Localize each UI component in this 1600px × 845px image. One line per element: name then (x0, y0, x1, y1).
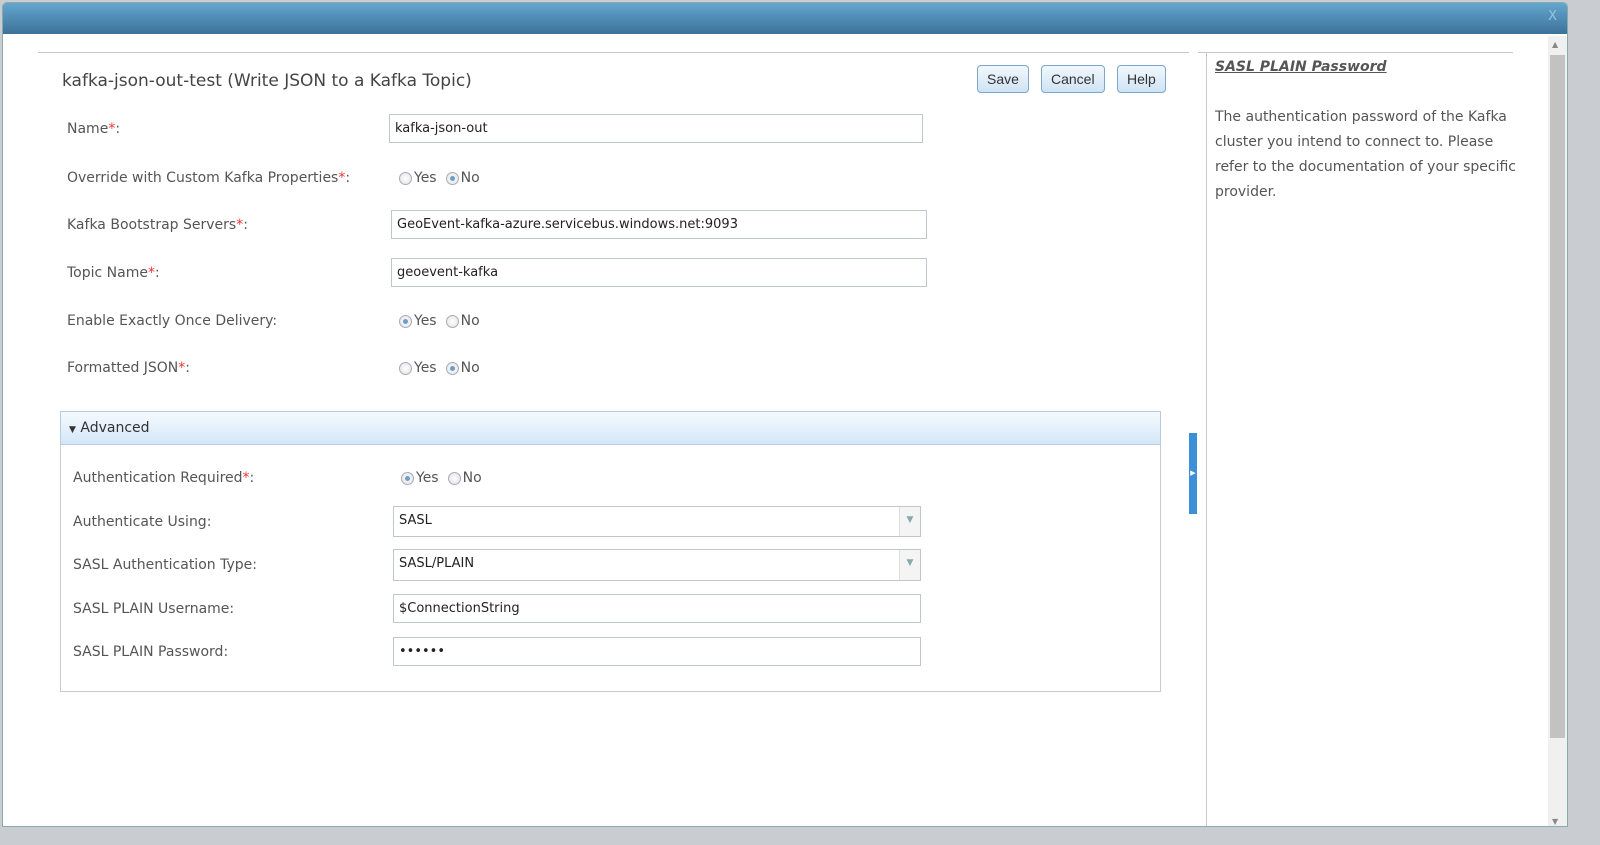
exactly-once-no-radio[interactable]: No (445, 313, 480, 329)
override-radio-group: Yes No (399, 170, 489, 186)
divider (1198, 52, 1513, 53)
bootstrap-servers-input[interactable]: GeoEvent-kafka-azure.servicebus.windows.… (391, 210, 927, 239)
sasl-type-label: SASL Authentication Type: (73, 557, 257, 573)
divider (38, 52, 1189, 53)
collapse-help-panel-tab[interactable]: ▶ (1189, 433, 1197, 514)
sasl-type-select[interactable]: SASL/PLAIN ▼ (393, 549, 921, 581)
caret-down-icon: ▼ (69, 425, 76, 435)
advanced-section-toggle[interactable]: ▼ Advanced (60, 411, 1161, 445)
username-input[interactable]: $ConnectionString (393, 594, 921, 623)
chevron-down-icon[interactable]: ▼ (899, 507, 920, 536)
help-title: SASL PLAIN Password (1215, 59, 1387, 75)
scrollbar-thumb[interactable] (1550, 55, 1565, 738)
formatted-yes-radio[interactable]: Yes (399, 360, 437, 376)
formatted-no-radio[interactable]: No (445, 360, 480, 376)
help-button[interactable]: Help (1117, 65, 1166, 93)
auth-using-select[interactable]: SASL ▼ (393, 506, 921, 537)
auth-required-radio-group: Yes No (401, 470, 491, 486)
name-input[interactable]: kafka-json-out (389, 114, 923, 143)
title-bar: X (3, 3, 1567, 34)
override-yes-radio[interactable]: Yes (399, 170, 437, 186)
scroll-up-icon[interactable]: ▲ (1552, 40, 1558, 49)
scroll-down-icon[interactable]: ▼ (1552, 817, 1558, 826)
topic-name-input[interactable]: geoevent-kafka (391, 258, 927, 287)
password-input[interactable]: •••••• (393, 637, 921, 666)
exactly-once-radio-group: Yes No (399, 313, 489, 329)
page-title: kafka-json-out-test (Write JSON to a Kaf… (62, 71, 472, 91)
chevron-down-icon[interactable]: ▼ (899, 550, 920, 580)
help-text: The authentication password of the Kafka… (1215, 109, 1516, 200)
name-label: Name*: (67, 121, 121, 137)
auth-using-label: Authenticate Using: (73, 514, 212, 530)
save-button[interactable]: Save (977, 65, 1029, 93)
divider (1206, 52, 1207, 826)
override-no-radio[interactable]: No (445, 170, 480, 186)
password-label: SASL PLAIN Password: (73, 644, 229, 660)
scrollbar[interactable]: ▲ ▼ (1548, 36, 1567, 826)
formatted-json-radio-group: Yes No (399, 360, 489, 376)
auth-required-yes-radio[interactable]: Yes (401, 470, 439, 486)
username-label: SASL PLAIN Username: (73, 601, 235, 617)
exactly-once-label: Enable Exactly Once Delivery: (67, 313, 278, 329)
formatted-json-label: Formatted JSON*: (67, 360, 191, 376)
override-label: Override with Custom Kafka Properties*: (67, 170, 351, 186)
arrow-right-icon: ▶ (1190, 469, 1196, 477)
close-icon[interactable]: X (1548, 9, 1557, 24)
cancel-button[interactable]: Cancel (1041, 65, 1105, 93)
topic-label: Topic Name*: (67, 265, 160, 281)
dialog-window: X kafka-json-out-test (Write JSON to a K… (2, 2, 1568, 827)
exactly-once-yes-radio[interactable]: Yes (399, 313, 437, 329)
auth-required-label: Authentication Required*: (73, 470, 255, 486)
auth-required-no-radio[interactable]: No (447, 470, 482, 486)
bootstrap-label: Kafka Bootstrap Servers*: (67, 217, 248, 233)
